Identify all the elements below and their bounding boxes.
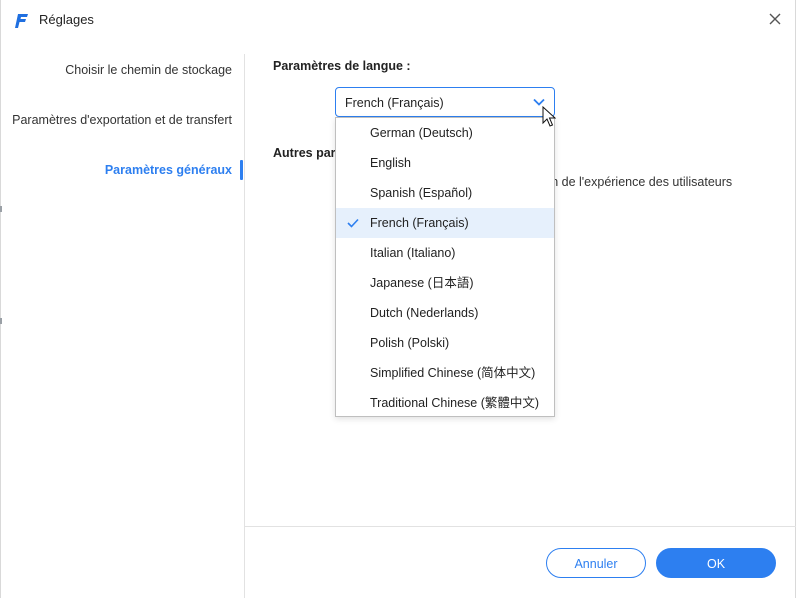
language-option-italian[interactable]: Italian (Italiano)	[336, 238, 554, 268]
language-select-value: French (Français)	[345, 96, 444, 110]
option-label: Japanese (日本語)	[370, 276, 474, 290]
sidebar-item-general[interactable]: Paramètres généraux	[105, 163, 232, 177]
language-option-english[interactable]: English	[336, 148, 554, 178]
title-bar: Réglages	[1, 0, 795, 40]
option-label: French (Français)	[370, 216, 469, 230]
ok-button[interactable]: OK	[656, 548, 776, 578]
language-dropdown: German (Deutsch) English Spanish (Españo…	[335, 117, 555, 417]
close-icon[interactable]	[767, 11, 783, 27]
language-section-title: Paramètres de langue :	[273, 59, 411, 73]
settings-sidebar: Choisir le chemin de stockage Paramètres…	[1, 54, 245, 598]
language-option-polish[interactable]: Polish (Polski)	[336, 328, 554, 358]
sidebar-item-storage-path[interactable]: Choisir le chemin de stockage	[65, 63, 232, 77]
cancel-button[interactable]: Annuler	[546, 548, 646, 578]
option-label: Dutch (Nederlands)	[370, 306, 479, 320]
language-select[interactable]: French (Français)	[335, 87, 555, 117]
settings-dialog: Réglages Choisir le chemin de stockage P…	[0, 0, 796, 598]
user-experience-text: tion de l'expérience des utilisateurs	[538, 175, 733, 189]
option-label: Traditional Chinese (繁體中文)	[370, 396, 540, 410]
language-option-traditional-chinese[interactable]: Traditional Chinese (繁體中文)	[336, 388, 554, 416]
option-label: Simplified Chinese (简体中文)	[370, 366, 536, 380]
language-option-japanese[interactable]: Japanese (日本語)	[336, 268, 554, 298]
option-label: German (Deutsch)	[370, 126, 473, 140]
footer-divider	[245, 526, 796, 527]
sidebar-item-export-transfer[interactable]: Paramètres d'exportation et de transfert	[12, 113, 232, 127]
option-label: Spanish (Español)	[370, 186, 473, 200]
app-logo-icon	[15, 14, 28, 28]
language-option-french[interactable]: French (Français)	[336, 208, 554, 238]
option-label: Polish (Polski)	[370, 336, 450, 350]
language-option-spanish[interactable]: Spanish (Español)	[336, 178, 554, 208]
window-title: Réglages	[39, 12, 94, 27]
other-section-title: Autres para	[273, 146, 343, 160]
check-icon	[347, 218, 359, 228]
language-option-german[interactable]: German (Deutsch)	[336, 118, 554, 148]
mouse-cursor-icon	[542, 106, 556, 127]
chevron-down-icon	[533, 98, 545, 106]
language-option-dutch[interactable]: Dutch (Nederlands)	[336, 298, 554, 328]
language-option-simplified-chinese[interactable]: Simplified Chinese (简体中文)	[336, 358, 554, 388]
active-nav-indicator	[240, 160, 243, 180]
option-label: Italian (Italiano)	[370, 246, 456, 260]
option-label: English	[370, 156, 411, 170]
